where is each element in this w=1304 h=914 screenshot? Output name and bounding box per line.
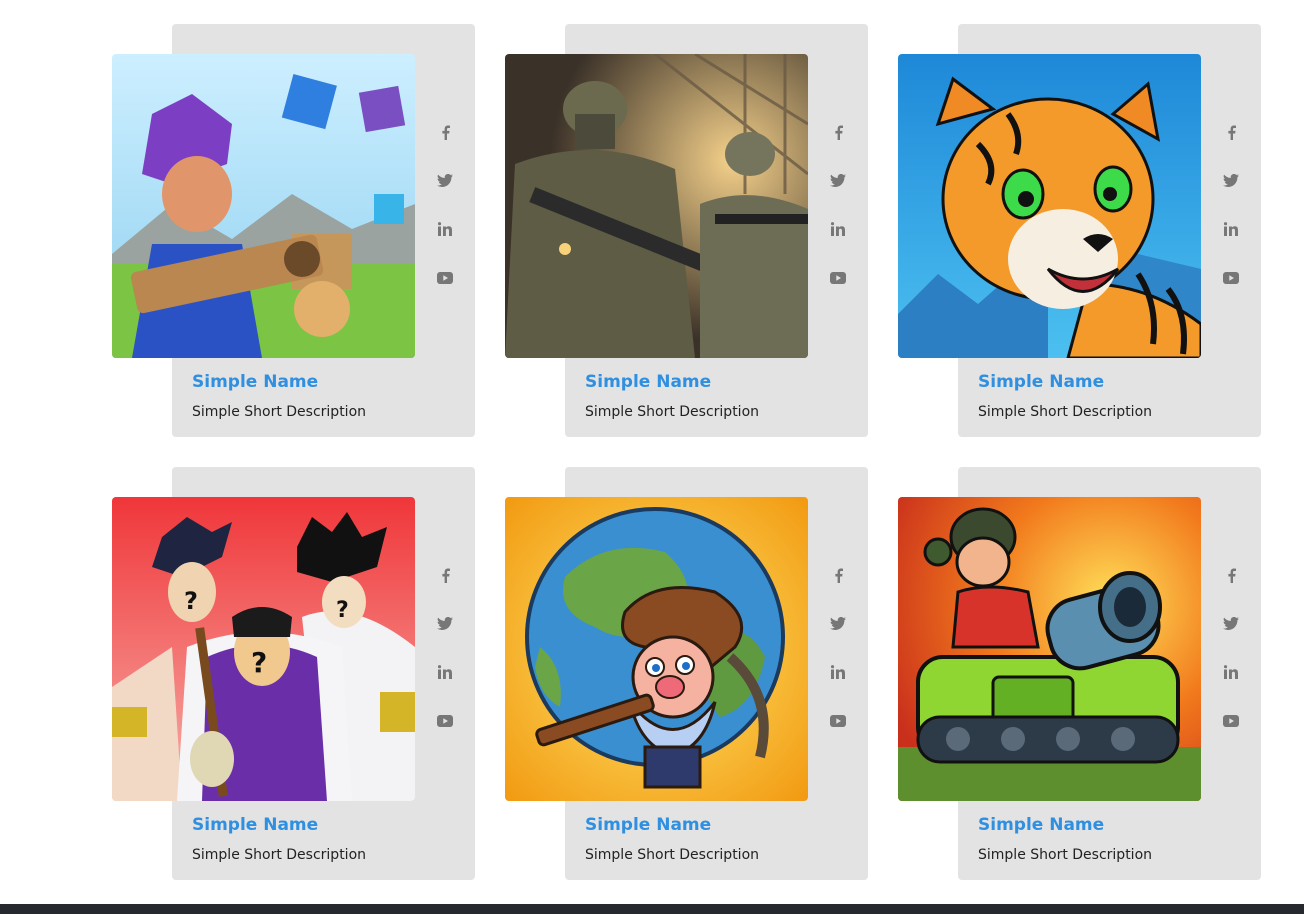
card-image-blocky-hero[interactable]: [112, 54, 415, 358]
twitter-icon[interactable]: [432, 171, 458, 191]
facebook-icon[interactable]: [1218, 565, 1244, 585]
svg-text:?: ?: [336, 598, 349, 623]
social-links: [825, 565, 851, 759]
facebook-icon[interactable]: [825, 565, 851, 585]
twitter-icon[interactable]: [825, 614, 851, 634]
game-card: Simple Name Simple Short Description: [505, 24, 868, 437]
card-description: Simple Short Description: [978, 404, 1153, 420]
social-links: [825, 122, 851, 316]
card-description: Simple Short Description: [978, 847, 1153, 863]
twitter-icon[interactable]: [432, 614, 458, 634]
twitter-icon[interactable]: [1218, 171, 1244, 191]
facebook-icon[interactable]: [432, 122, 458, 142]
game-card: Simple Name Simple Short Description: [898, 467, 1261, 880]
card-image-anime-quiz[interactable]: ? ? ?: [112, 497, 415, 801]
social-links: [1218, 122, 1244, 316]
twitter-icon[interactable]: [825, 171, 851, 191]
game-card: Simple Name Simple Short Description: [112, 24, 475, 437]
social-links: [432, 122, 458, 316]
card-image-cartoon-tank[interactable]: [898, 497, 1201, 801]
youtube-icon[interactable]: [1218, 268, 1244, 288]
facebook-icon[interactable]: [432, 565, 458, 585]
card-description: Simple Short Description: [585, 847, 760, 863]
card-title-link[interactable]: Simple Name: [585, 372, 711, 392]
social-links: [1218, 565, 1244, 759]
social-links: [432, 565, 458, 759]
twitter-icon[interactable]: [1218, 614, 1244, 634]
linkedin-icon[interactable]: [432, 219, 458, 239]
card-title-link[interactable]: Simple Name: [978, 815, 1104, 835]
card-title-link[interactable]: Simple Name: [192, 815, 318, 835]
card-description: Simple Short Description: [192, 847, 367, 863]
linkedin-icon[interactable]: [1218, 219, 1244, 239]
card-title-link[interactable]: Simple Name: [585, 815, 711, 835]
facebook-icon[interactable]: [1218, 122, 1244, 142]
card-image-miner-globe[interactable]: [505, 497, 808, 801]
game-card: Simple Name Simple Short Description: [898, 24, 1261, 437]
card-title-link[interactable]: Simple Name: [978, 372, 1104, 392]
youtube-icon[interactable]: [432, 268, 458, 288]
page-footer-bar: [0, 904, 1304, 914]
card-title-link[interactable]: Simple Name: [192, 372, 318, 392]
svg-text:?: ?: [184, 587, 198, 615]
facebook-icon[interactable]: [825, 122, 851, 142]
linkedin-icon[interactable]: [825, 219, 851, 239]
card-image-soldiers[interactable]: [505, 54, 808, 358]
youtube-icon[interactable]: [825, 711, 851, 731]
card-description: Simple Short Description: [585, 404, 760, 420]
youtube-icon[interactable]: [432, 711, 458, 731]
linkedin-icon[interactable]: [1218, 662, 1244, 682]
linkedin-icon[interactable]: [432, 662, 458, 682]
card-description: Simple Short Description: [192, 404, 367, 420]
game-card: ? ? ? Simple Name Simple Short Descripti…: [112, 467, 475, 880]
youtube-icon[interactable]: [825, 268, 851, 288]
card-image-tiger[interactable]: [898, 54, 1201, 358]
linkedin-icon[interactable]: [825, 662, 851, 682]
svg-text:?: ?: [251, 646, 267, 679]
game-card: Simple Name Simple Short Description: [505, 467, 868, 880]
youtube-icon[interactable]: [1218, 711, 1244, 731]
